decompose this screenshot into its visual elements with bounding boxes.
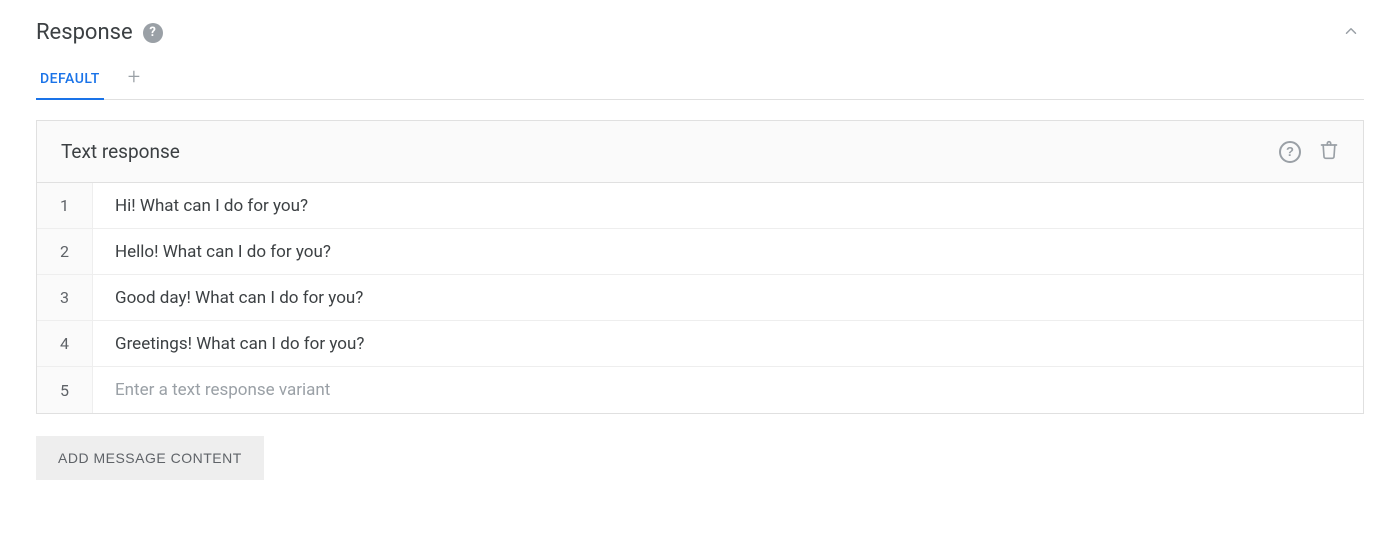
response-rows: 1Hi! What can I do for you?2Hello! What … bbox=[37, 183, 1363, 413]
response-variant-text[interactable]: Good day! What can I do for you? bbox=[93, 275, 1363, 320]
response-variant-text[interactable]: Greetings! What can I do for you? bbox=[93, 321, 1363, 366]
row-index: 4 bbox=[37, 321, 93, 366]
tabs-row: DEFAULT + bbox=[36, 61, 1364, 100]
response-row[interactable]: 1Hi! What can I do for you? bbox=[37, 183, 1363, 229]
response-row[interactable]: 2Hello! What can I do for you? bbox=[37, 229, 1363, 275]
response-row[interactable]: 4Greetings! What can I do for you? bbox=[37, 321, 1363, 367]
section-header: Response ? bbox=[36, 18, 1364, 47]
title-wrap: Response ? bbox=[36, 20, 163, 45]
delete-button[interactable] bbox=[1319, 139, 1339, 164]
add-tab-button[interactable]: + bbox=[124, 61, 144, 99]
response-variant-placeholder[interactable]: Enter a text response variant bbox=[93, 367, 1363, 413]
row-index: 3 bbox=[37, 275, 93, 320]
card-header-actions: ? bbox=[1279, 139, 1339, 164]
response-variant-text[interactable]: Hi! What can I do for you? bbox=[93, 183, 1363, 228]
response-row[interactable]: 5Enter a text response variant bbox=[37, 367, 1363, 413]
trash-icon bbox=[1319, 139, 1339, 164]
text-response-card: Text response ? 1Hi! What can I do for y… bbox=[36, 120, 1364, 414]
card-title: Text response bbox=[61, 140, 180, 163]
row-index: 5 bbox=[37, 367, 93, 413]
card-help-button[interactable]: ? bbox=[1279, 141, 1301, 163]
response-row[interactable]: 3Good day! What can I do for you? bbox=[37, 275, 1363, 321]
collapse-button[interactable] bbox=[1338, 18, 1364, 47]
help-outline-icon: ? bbox=[1279, 141, 1301, 163]
card-header: Text response ? bbox=[37, 121, 1363, 183]
response-variant-text[interactable]: Hello! What can I do for you? bbox=[93, 229, 1363, 274]
row-index: 2 bbox=[37, 229, 93, 274]
row-index: 1 bbox=[37, 183, 93, 228]
help-icon[interactable]: ? bbox=[143, 23, 163, 43]
chevron-up-icon bbox=[1342, 28, 1360, 43]
tab-default[interactable]: DEFAULT bbox=[36, 61, 104, 99]
section-title: Response bbox=[36, 20, 133, 45]
add-message-content-button[interactable]: ADD MESSAGE CONTENT bbox=[36, 436, 264, 480]
